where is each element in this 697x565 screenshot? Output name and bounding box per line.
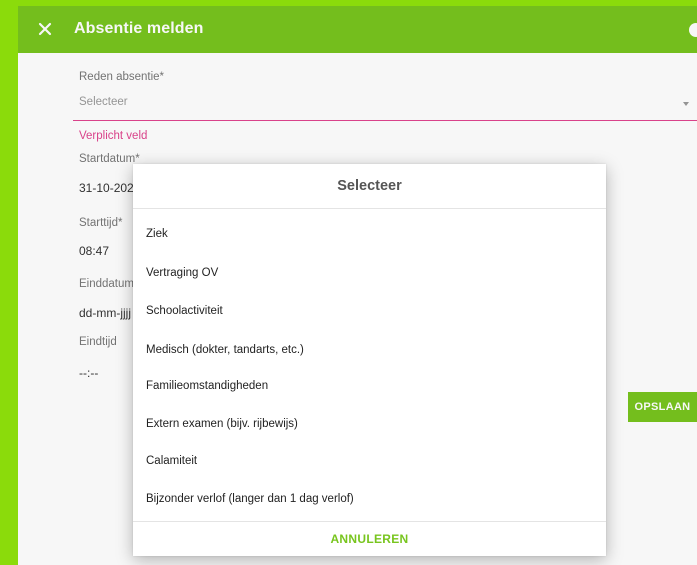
option-calamiteit[interactable]: Calamiteit — [133, 444, 606, 478]
absence-report-screen: Absentie melden Reden absentie* Selectee… — [18, 6, 697, 565]
select-reason-dialog: Selecteer Ziek Vertraging OV Schoolactiv… — [133, 164, 606, 556]
option-bijzonder-verlof[interactable]: Bijzonder verlof (langer dan 1 dag verlo… — [133, 482, 606, 516]
option-ziek[interactable]: Ziek — [133, 217, 606, 251]
option-familieomstandigheden[interactable]: Familieomstandigheden — [133, 369, 606, 403]
option-medisch[interactable]: Medisch (dokter, tandarts, etc.) — [133, 333, 606, 367]
option-vertraging-ov[interactable]: Vertraging OV — [133, 256, 606, 290]
option-schoolactiviteit[interactable]: Schoolactiviteit — [133, 294, 606, 328]
dialog-title: Selecteer — [337, 178, 402, 194]
dialog-divider-bottom — [133, 521, 606, 522]
dialog-divider-top — [133, 208, 606, 209]
option-extern-examen[interactable]: Extern examen (bijv. rijbewijs) — [133, 407, 606, 441]
cancel-button[interactable]: ANNULEREN — [133, 523, 606, 556]
